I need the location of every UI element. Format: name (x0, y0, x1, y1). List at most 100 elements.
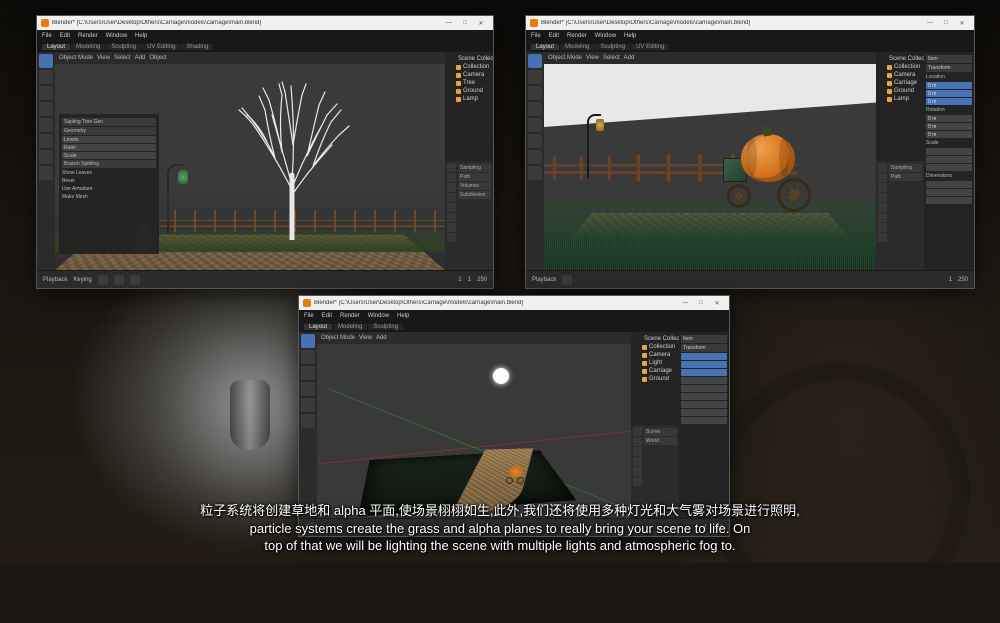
move-tool[interactable] (39, 86, 53, 100)
prop-tab-object[interactable] (447, 213, 456, 222)
prop-sampling[interactable]: Sampling (889, 164, 922, 172)
outliner-ground[interactable]: Ground (634, 375, 676, 383)
outliner-lamp[interactable]: Lamp (879, 95, 921, 103)
prop-tab-scene[interactable] (447, 193, 456, 202)
scl-y[interactable] (681, 409, 727, 416)
vp-add[interactable]: Add (135, 55, 146, 61)
prop-scene[interactable]: Scene (644, 428, 677, 436)
outliner[interactable]: Scene Collection Collection Camera Carri… (876, 52, 924, 161)
prop-tab-modifier[interactable] (878, 213, 887, 222)
outliner-scene[interactable]: Scene Collection (879, 55, 921, 63)
menu-render[interactable]: Render (78, 33, 98, 39)
vp-view[interactable]: View (586, 55, 599, 61)
tab-sculpting[interactable]: Sculpting (368, 324, 403, 330)
tab-sculpting[interactable]: Sculpting (106, 44, 141, 50)
menu-file[interactable]: File (531, 33, 541, 39)
prop-tab-render[interactable] (447, 163, 456, 172)
menu-help[interactable]: Help (135, 33, 147, 39)
vp-add[interactable]: Add (624, 55, 635, 61)
outliner-light[interactable]: Light (634, 359, 676, 367)
prop-world[interactable]: World (644, 437, 677, 445)
move-tool[interactable] (528, 86, 542, 100)
prop-tab-scene[interactable] (633, 447, 642, 456)
outliner-scene[interactable]: Scene Collection (448, 55, 490, 63)
prop-tab-particle[interactable] (447, 233, 456, 242)
loc-z[interactable] (681, 369, 727, 376)
menu-render[interactable]: Render (567, 33, 587, 39)
prop-subdiv[interactable]: Subdivision (458, 191, 491, 199)
rotate-tool[interactable] (301, 382, 315, 396)
dim-y[interactable] (926, 189, 972, 196)
vp-view[interactable]: View (359, 335, 372, 341)
menu-window[interactable]: Window (106, 33, 127, 39)
mode-selector[interactable]: Object Mode (59, 55, 93, 61)
rot-z[interactable] (681, 393, 727, 400)
npanel-branch[interactable]: Branch Splitting (62, 160, 156, 168)
operator-panel[interactable]: Sapling Tree Gen Geometry Levels Ratio S… (59, 114, 159, 254)
prop-tab-output[interactable] (878, 173, 887, 182)
select-tool[interactable] (528, 54, 542, 68)
menu-window[interactable]: Window (368, 313, 389, 319)
titlebar[interactable]: Blender* [C:\Users\User\Desktop\Others\C… (37, 16, 493, 30)
dim-x[interactable] (926, 181, 972, 188)
menu-render[interactable]: Render (340, 313, 360, 319)
close-button[interactable]: ✕ (954, 20, 970, 27)
cb-bevel[interactable]: Bevel (62, 178, 156, 184)
scl-z[interactable] (681, 417, 727, 424)
cb-armature[interactable]: Use Armature (62, 186, 156, 192)
prop-tab-world[interactable] (447, 203, 456, 212)
cursor-tool[interactable] (528, 70, 542, 84)
properties-panel[interactable]: Sampling Path Volumes Subdivision (445, 161, 493, 270)
loc-x[interactable]: 0 m (926, 82, 972, 89)
tab-sculpting[interactable]: Sculpting (595, 44, 630, 50)
rot-y[interactable]: 0 m (926, 123, 972, 130)
minimize-button[interactable]: — (922, 20, 938, 26)
frame-current[interactable]: 1 (458, 277, 461, 283)
outliner-tree[interactable]: Tree (448, 79, 490, 87)
prop-tab-object[interactable] (633, 467, 642, 476)
outliner-collection[interactable]: Collection (879, 63, 921, 71)
scl-x[interactable] (681, 401, 727, 408)
outliner-scene[interactable]: Scene Collection (634, 335, 676, 343)
transform-header[interactable]: Transform (926, 64, 972, 72)
minimize-button[interactable]: — (677, 300, 693, 306)
menu-help[interactable]: Help (624, 33, 636, 39)
play-button[interactable] (114, 275, 124, 285)
tab-layout[interactable]: Layout (304, 324, 332, 330)
outliner-lamp[interactable]: Lamp (448, 95, 490, 103)
prop-tab-modifier[interactable] (447, 223, 456, 232)
close-button[interactable]: ✕ (473, 20, 489, 27)
transform-header[interactable]: Transform (681, 344, 727, 352)
outliner-collection[interactable]: Collection (448, 63, 490, 71)
menu-window[interactable]: Window (595, 33, 616, 39)
tab-uv[interactable]: UV Editing (142, 44, 180, 50)
prop-sampling[interactable]: Sampling (458, 164, 491, 172)
prop-tab-render[interactable] (878, 163, 887, 172)
prop-tab-world[interactable] (633, 457, 642, 466)
vp-select[interactable]: Select (114, 55, 131, 61)
field-levels[interactable]: Levels (62, 136, 156, 143)
menu-edit[interactable]: Edit (549, 33, 559, 39)
3d-viewport[interactable]: Object Mode View Select Add Object (55, 52, 445, 270)
rot-y[interactable] (681, 385, 727, 392)
titlebar[interactable]: Blender* [C:\Users\User\Desktop\Others\C… (526, 16, 974, 30)
cursor-tool[interactable] (39, 70, 53, 84)
rot-x[interactable] (681, 377, 727, 384)
3d-viewport[interactable]: Object Mode View Add (317, 332, 631, 518)
n-panel[interactable]: Item Transform Location 0 m 0 m 0 m Rota… (924, 52, 974, 270)
prop-tab-output[interactable] (633, 437, 642, 446)
tl-playback[interactable]: Playback (43, 277, 67, 283)
outliner-carriage[interactable]: Carriage (879, 79, 921, 87)
maximize-button[interactable]: □ (938, 20, 954, 26)
cb-mesh[interactable]: Make Mesh (62, 194, 156, 200)
vp-select[interactable]: Select (603, 55, 620, 61)
rot-z[interactable]: 0 m (926, 131, 972, 138)
mode-selector[interactable]: Object Mode (548, 55, 582, 61)
properties-panel[interactable]: Sampling Path (876, 161, 924, 270)
prop-path[interactable]: Path (458, 173, 491, 181)
menu-edit[interactable]: Edit (322, 313, 332, 319)
transform-tool[interactable] (39, 134, 53, 148)
annotate-tool[interactable] (528, 150, 542, 164)
tab-uv[interactable]: UV Editing (631, 44, 669, 50)
frame-current[interactable]: 1 (949, 277, 952, 283)
